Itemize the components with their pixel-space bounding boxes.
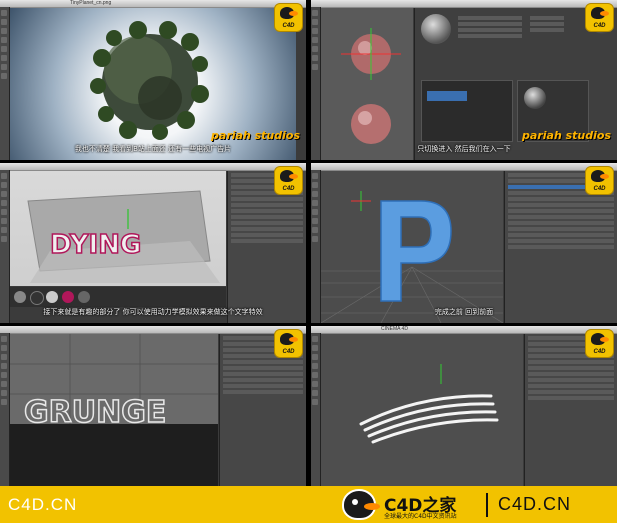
window-title-bar — [0, 163, 306, 177]
sphere-previews — [341, 28, 401, 144]
window-title: TinyPlanet_cn.png — [70, 0, 112, 6]
tool-palette[interactable] — [311, 170, 321, 323]
subtitle-text: 完成之前 回到前面 — [434, 308, 494, 316]
footer-site-url-right[interactable]: C4D.CN — [498, 494, 571, 515]
panel-grunge-text: GRUNGE C4D — [0, 326, 306, 486]
tool-palette[interactable] — [0, 7, 10, 160]
studio-watermark: pariah studios — [211, 129, 300, 142]
c4d-badge-logo: C4D — [585, 3, 614, 32]
window-controls-icon[interactable] — [3, 1, 21, 14]
footer-divider — [486, 493, 488, 517]
subtitle-text: 接下来就是有趣的部分了 你可以使用动力学模拟效果来做这个文字特效 — [43, 308, 263, 316]
window-title-bar — [311, 0, 617, 14]
panel-letter-p: 完成之前 回到前面 C4D — [311, 163, 617, 323]
subtitle-text: 我也不清楚 我看到B站上面还 还有一些电视广告片 — [74, 145, 232, 153]
c4d-badge-logo: C4D — [585, 329, 614, 358]
c4d-badge-logo: C4D — [274, 166, 303, 195]
panel-tiny-planet: TinyPlanet_cn.png pariah studios 我也不清楚 我… — [0, 0, 306, 160]
studio-watermark: pariah studios — [522, 129, 611, 142]
grunge-3d-text: GRUNGE — [24, 395, 166, 430]
tool-palette[interactable] — [311, 7, 321, 160]
subtitle-text: 只切换进入 然后我们在入一下 — [417, 145, 511, 153]
tutorial-collage: TinyPlanet_cn.png pariah studios 我也不清楚 我… — [0, 0, 617, 486]
footer-tagline: 全球最大的C4D中文资讯站 — [384, 513, 457, 520]
window-title-bar — [311, 163, 617, 177]
footer-site-url-left[interactable]: C4D.CN — [8, 495, 77, 515]
site-footer: C4D.CN C4D之家 全球最大的C4D中文资讯站 C4D.CN — [0, 486, 617, 523]
viewport[interactable] — [321, 171, 503, 323]
dying-3d-text: DYING — [50, 230, 141, 260]
toucan-logo-icon — [342, 489, 380, 520]
window-title-bar: CINEMA 4D — [311, 326, 617, 340]
tool-palette[interactable] — [311, 333, 321, 486]
c4d-badge-logo: C4D — [585, 166, 614, 195]
window-title: CINEMA 4D — [381, 326, 408, 332]
viewport[interactable] — [321, 334, 523, 486]
viewport[interactable]: GRUNGE — [10, 334, 218, 486]
panel-material-editor: pariah studios 只切换进入 然后我们在入一下 C4D — [311, 0, 617, 160]
window-controls-icon[interactable] — [314, 1, 332, 14]
panel-spline-strokes: CINEMA 4D C4D — [311, 326, 617, 486]
window-title-bar — [0, 326, 306, 340]
window-controls-icon[interactable] — [3, 164, 21, 177]
viewport[interactable]: DYING — [10, 171, 226, 286]
window-title-bar: TinyPlanet_cn.png — [0, 0, 306, 14]
panel-dying-text: DYING 接下来就是有趣的部分了 你可以使用动力学模拟效果来做这个文字特效 C… — [0, 163, 306, 323]
spline-scene — [359, 364, 499, 444]
letter-p-scene — [321, 191, 503, 323]
viewport[interactable] — [321, 8, 413, 160]
window-controls-icon[interactable] — [3, 327, 21, 340]
c4d-badge-logo: C4D — [274, 3, 303, 32]
window-controls-icon[interactable] — [314, 164, 332, 177]
window-controls-icon[interactable] — [314, 327, 332, 340]
c4d-badge-logo: C4D — [274, 329, 303, 358]
dying-scene: DYING — [27, 190, 220, 283]
grunge-scene: GRUNGE — [10, 334, 218, 486]
material-bar[interactable] — [10, 287, 226, 307]
tool-palette[interactable] — [0, 170, 10, 323]
tool-palette[interactable] — [0, 333, 10, 486]
